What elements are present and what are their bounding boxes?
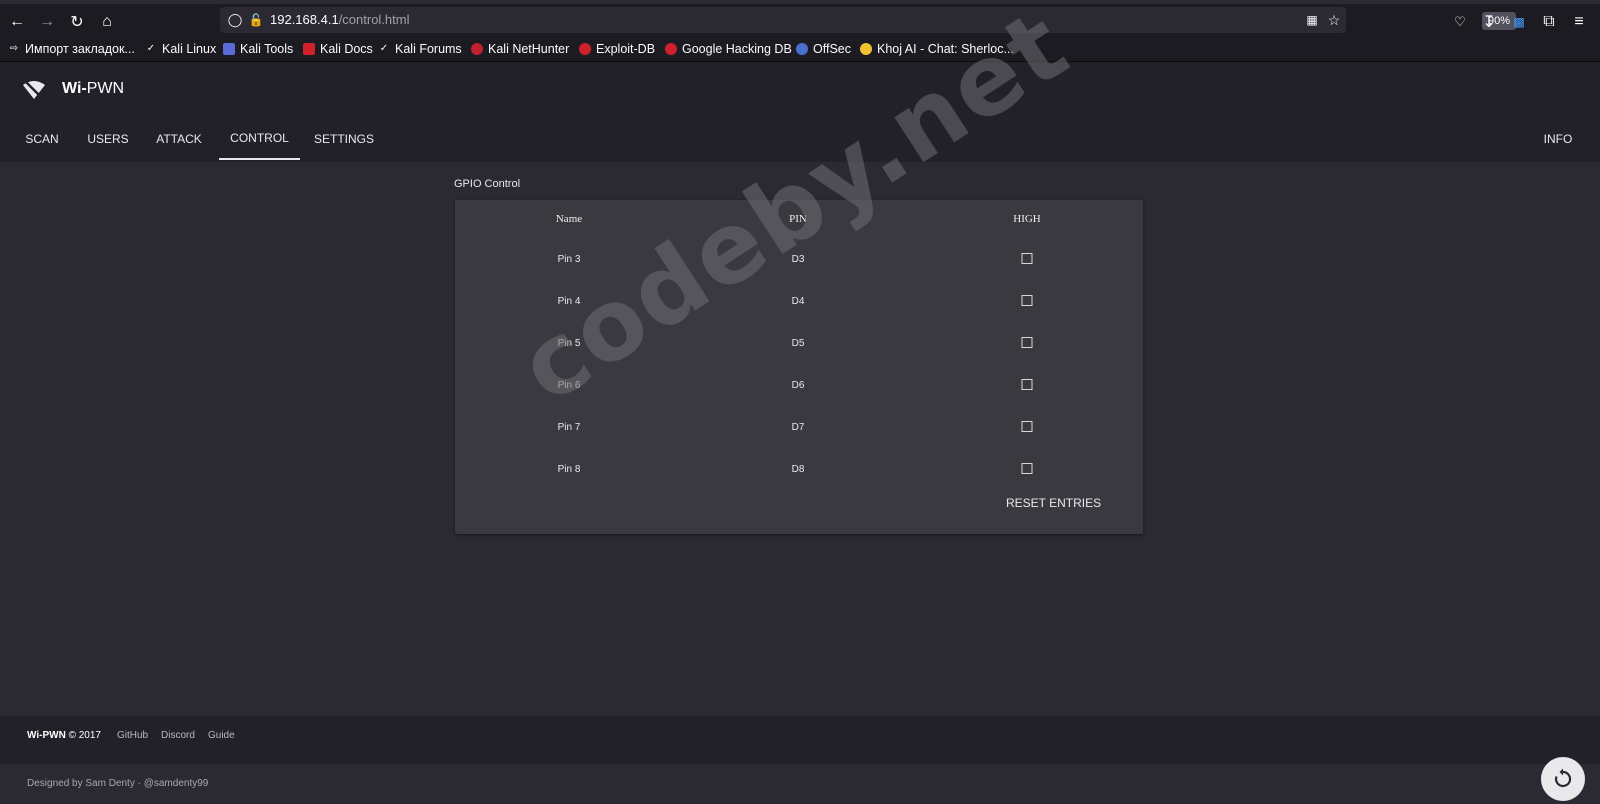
insecure-lock-icon[interactable]: 🔓 (244, 8, 268, 32)
high-checkbox[interactable] (1021, 421, 1033, 432)
address-bar[interactable]: ◯ 🔓 192.168.4.1/control.html 90% ▦ ☆ (220, 7, 1517, 33)
khoj-icon (860, 43, 872, 55)
bookmark-item[interactable]: OffSec (796, 39, 851, 59)
bookmark-item[interactable]: ⇨ Импорт закладок... (8, 39, 135, 59)
row-name: Pin 3 (557, 254, 581, 265)
refresh-icon (1554, 768, 1572, 788)
tab-users[interactable]: USERS (78, 118, 138, 160)
brand-title[interactable]: Wi-PWN (62, 80, 124, 98)
kali-docs-icon (303, 43, 315, 55)
app-header: Wi-PWN SCAN USERS ATTACK CONTROL SETTING… (0, 62, 1600, 162)
section-title: GPIO Control (454, 178, 521, 190)
row-pin: D3 (791, 254, 805, 265)
high-checkbox[interactable] (1021, 295, 1033, 306)
tab-attack[interactable]: ATTACK (146, 118, 212, 160)
row-pin: D8 (791, 464, 805, 475)
gpio-table-card: Name PIN HIGH Pin 3 D3 Pin 4 D4 Pin 5 D5… (455, 200, 1143, 534)
import-icon: ⇨ (9, 43, 19, 54)
url-text: 192.168.4.1/control.html (270, 12, 410, 27)
footer-link-discord[interactable]: Discord (161, 730, 195, 741)
row-pin: D7 (791, 422, 805, 433)
high-checkbox[interactable] (1021, 379, 1033, 390)
row-pin: D5 (791, 338, 805, 349)
ghdb-icon (665, 43, 677, 55)
extensions-puzzle-icon[interactable]: ⧉ (1537, 10, 1561, 34)
row-pin: D4 (791, 296, 805, 307)
translate-icon[interactable]: ▦ (1300, 8, 1324, 32)
designer-credit: Designed by Sam Denty · @samdenty99 (27, 778, 209, 789)
forward-icon[interactable]: → (35, 10, 59, 34)
tab-scan[interactable]: SCAN (14, 118, 70, 160)
bookmark-item[interactable]: ✓ Kali Forums (378, 39, 462, 59)
offsec-icon (796, 43, 808, 55)
tab-settings[interactable]: SETTINGS (308, 118, 380, 160)
bookmark-item[interactable]: Google Hacking DB (665, 39, 792, 59)
kali-tools-icon (223, 43, 235, 55)
back-icon[interactable]: ← (5, 10, 29, 34)
pocket-icon[interactable]: ♡ (1448, 10, 1472, 34)
menu-icon[interactable]: ≡ (1567, 10, 1591, 34)
bookmark-item[interactable]: Kali Docs (303, 39, 373, 59)
tab-info[interactable]: INFO (1530, 118, 1586, 160)
reload-icon[interactable]: ↻ (65, 10, 89, 34)
column-header-high: HIGH (1013, 213, 1041, 225)
bookmark-item[interactable]: ✓ Kali Linux (145, 39, 216, 59)
row-name: Pin 4 (557, 296, 581, 307)
row-name: Pin 8 (557, 464, 581, 475)
bookmark-item[interactable]: Kali Tools (223, 39, 293, 59)
high-checkbox[interactable] (1021, 253, 1033, 264)
high-checkbox[interactable] (1021, 337, 1033, 348)
download-icon[interactable]: ↧ (1477, 10, 1501, 34)
kali-dragon-icon: ✓ (379, 43, 389, 54)
row-name: Pin 7 (557, 422, 581, 433)
footer-link-github[interactable]: GitHub (117, 730, 148, 741)
high-checkbox[interactable] (1021, 463, 1033, 474)
extension-translate-icon[interactable]: ▩ (1507, 10, 1531, 34)
column-header-name: Name (555, 213, 583, 225)
kali-dragon-icon: ✓ (146, 43, 156, 54)
refresh-button[interactable] (1541, 757, 1585, 801)
row-name: Pin 5 (557, 338, 581, 349)
wifi-logo-icon (23, 80, 45, 100)
footer-link-guide[interactable]: Guide (208, 730, 235, 741)
row-name: Pin 6 (557, 380, 581, 391)
footer-brand: Wi-PWN © 2017 (27, 730, 101, 741)
exploit-db-icon (579, 43, 591, 55)
nethunter-icon (471, 43, 483, 55)
home-icon[interactable]: ⌂ (95, 10, 119, 34)
reset-entries-button[interactable]: RESET ENTRIES (1006, 496, 1101, 510)
bookmark-item[interactable]: Khoj AI - Chat: Sherloc... (860, 39, 1014, 59)
bookmark-item[interactable]: Exploit-DB (579, 39, 655, 59)
bookmarks-toolbar: ⇨ Импорт закладок... ✓ Kali Linux Kali Too… (0, 36, 1600, 62)
bookmark-item[interactable]: Kali NetHunter (471, 39, 569, 59)
column-header-pin: PIN (789, 213, 807, 225)
footer-credit-bar: Designed by Sam Denty · @samdenty99 (0, 764, 1600, 804)
browser-toolbar: ← → ↻ ⌂ ◯ 🔓 192.168.4.1/control.html 90%… (0, 0, 1600, 36)
bookmark-star-icon[interactable]: ☆ (1322, 8, 1346, 32)
row-pin: D6 (791, 380, 805, 391)
tab-control[interactable]: CONTROL (219, 118, 300, 160)
footer: Wi-PWN © 2017 GitHub Discord Guide (0, 716, 1600, 764)
